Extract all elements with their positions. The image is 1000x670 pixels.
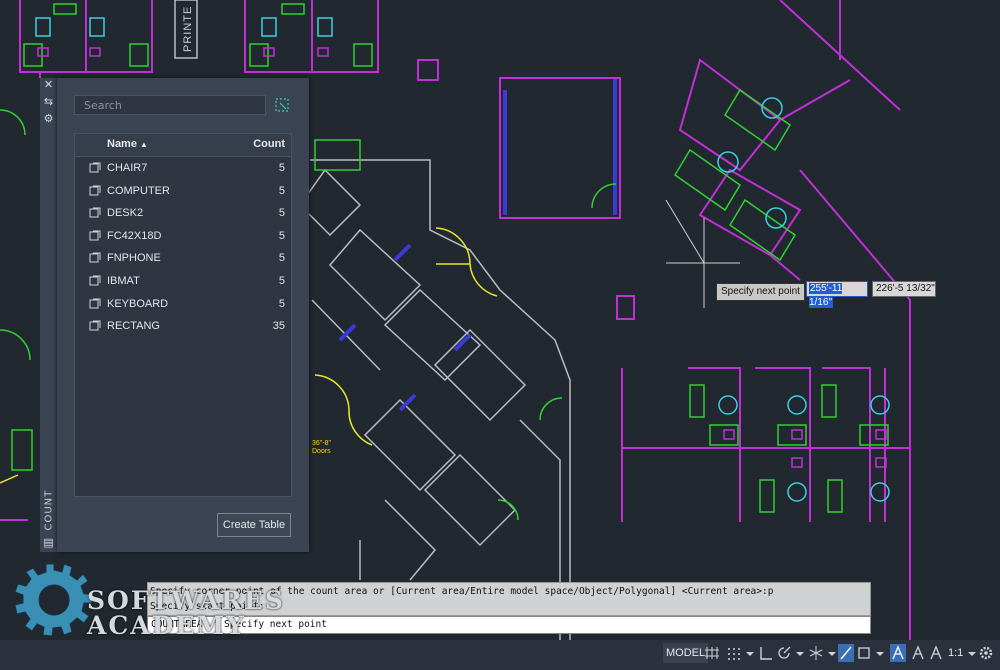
distance-input[interactable]: 255'-11 1/16" bbox=[806, 281, 868, 308]
block-icon bbox=[89, 275, 101, 286]
block-count: 5 bbox=[278, 252, 285, 265]
polar-tracking-icon[interactable] bbox=[776, 644, 792, 662]
annotation-scale-icon[interactable] bbox=[928, 644, 944, 662]
block-list: Name ▲ Count CHAIR7 5 COMPUTER 5 DESK2 5 FC42X… bbox=[74, 133, 292, 497]
count-palette: Search Name ▲ Count CHAIR7 5 COMPUTER 5 DESK… bbox=[57, 78, 309, 552]
watermark-line2: ACADEMY bbox=[87, 611, 246, 640]
block-count: 5 bbox=[278, 162, 285, 174]
properties-icon[interactable]: ⚙ bbox=[40, 112, 57, 126]
table-row[interactable]: CHAIR7 5 bbox=[75, 157, 291, 180]
block-icon bbox=[89, 320, 101, 331]
grid-icon[interactable] bbox=[704, 644, 720, 662]
isodraft-icon[interactable] bbox=[808, 644, 824, 662]
block-count: 5 bbox=[278, 274, 285, 287]
block-count: 35 bbox=[272, 320, 285, 333]
block-icon bbox=[89, 230, 101, 241]
cubicles-right-diagonal bbox=[678, 0, 911, 640]
object-snap-dropdown-icon[interactable] bbox=[872, 644, 888, 662]
table-row[interactable]: FNPHONE 5 bbox=[75, 247, 291, 270]
block-count: 5 bbox=[278, 207, 285, 220]
block-rows: CHAIR7 5 COMPUTER 5 DESK2 5 FC42X18D 5 FNPHONE 5 I… bbox=[75, 157, 291, 338]
snap-icon[interactable] bbox=[726, 644, 742, 662]
doors-label-line2: Doors bbox=[312, 448, 331, 455]
block-icon bbox=[89, 185, 101, 196]
block-name: RECTANG bbox=[107, 320, 160, 333]
count-palette-titlebar[interactable]: ✕ ⇆ ⚙ COUNT ▤ bbox=[40, 78, 58, 552]
block-name: FC42X18D bbox=[107, 229, 162, 242]
windows-blue bbox=[338, 78, 617, 412]
block-count: 5 bbox=[278, 184, 285, 197]
block-name: IBMAT bbox=[107, 274, 140, 287]
search-input[interactable]: Search bbox=[74, 95, 266, 115]
command-input[interactable]: COUNTAREA Specify next point bbox=[147, 616, 871, 634]
table-row[interactable]: FC42X18D 5 bbox=[75, 225, 291, 248]
column-name-label: Name bbox=[107, 138, 137, 150]
column-name-header[interactable]: Name ▲ bbox=[107, 138, 148, 150]
list-header: Name ▲ Count bbox=[75, 134, 291, 157]
snap-dropdown-icon[interactable] bbox=[742, 644, 758, 662]
create-table-button[interactable]: Create Table bbox=[217, 513, 291, 537]
close-icon[interactable]: ✕ bbox=[40, 78, 57, 92]
printer-label-text: PRINTE bbox=[182, 5, 194, 52]
room-door bbox=[314, 139, 617, 521]
block-name: DESK2 bbox=[107, 207, 144, 220]
angle-input[interactable]: 226'-5 13/32" bbox=[872, 281, 936, 297]
doors-label-line1: 36"-8" bbox=[312, 440, 331, 447]
block-name: FNPHONE bbox=[107, 252, 161, 265]
walls-center bbox=[299, 159, 571, 640]
block-icon bbox=[89, 162, 101, 173]
palette-menu-icon[interactable]: ▤ bbox=[40, 536, 57, 550]
model-space-button[interactable]: MODEL bbox=[663, 643, 709, 663]
object-snap-icon[interactable] bbox=[856, 644, 872, 662]
table-row[interactable]: RECTANG 35 bbox=[75, 315, 291, 338]
annotation-visibility-icon[interactable] bbox=[890, 644, 906, 662]
table-row[interactable]: DESK2 5 bbox=[75, 202, 291, 225]
object-snap-tracking-icon[interactable] bbox=[838, 644, 854, 662]
left-edge-elements bbox=[0, 109, 33, 471]
block-count: 5 bbox=[278, 229, 285, 242]
palette-title: COUNT bbox=[43, 489, 55, 531]
block-icon bbox=[89, 252, 101, 263]
block-name: KEYBOARD bbox=[107, 297, 169, 310]
block-name: COMPUTER bbox=[107, 184, 170, 197]
left-edge-walls bbox=[0, 72, 41, 521]
polar-dropdown-icon[interactable] bbox=[792, 644, 808, 662]
auto-scale-icon[interactable] bbox=[910, 644, 926, 662]
block-icon bbox=[89, 207, 101, 218]
printer-label: PRINTE bbox=[178, 2, 198, 58]
block-count: 5 bbox=[278, 297, 285, 310]
sort-ascending-icon: ▲ bbox=[140, 140, 148, 149]
dynamic-prompt-tooltip: Specify next point bbox=[716, 283, 805, 301]
workspace-gear-icon[interactable] bbox=[978, 644, 994, 662]
autohide-icon[interactable]: ⇆ bbox=[40, 95, 57, 109]
select-objects-icon[interactable] bbox=[275, 98, 289, 112]
annotation-scale-value[interactable]: 1:1 bbox=[948, 644, 963, 662]
doors-label: 36"-8" Doors bbox=[312, 440, 331, 456]
table-row[interactable]: COMPUTER 5 bbox=[75, 180, 291, 203]
table-row[interactable]: KEYBOARD 5 bbox=[75, 293, 291, 316]
block-icon bbox=[89, 298, 101, 309]
ortho-icon[interactable] bbox=[758, 644, 774, 662]
table-row[interactable]: IBMAT 5 bbox=[75, 270, 291, 293]
column-count-header[interactable]: Count bbox=[253, 138, 285, 150]
block-name: CHAIR7 bbox=[107, 162, 148, 174]
